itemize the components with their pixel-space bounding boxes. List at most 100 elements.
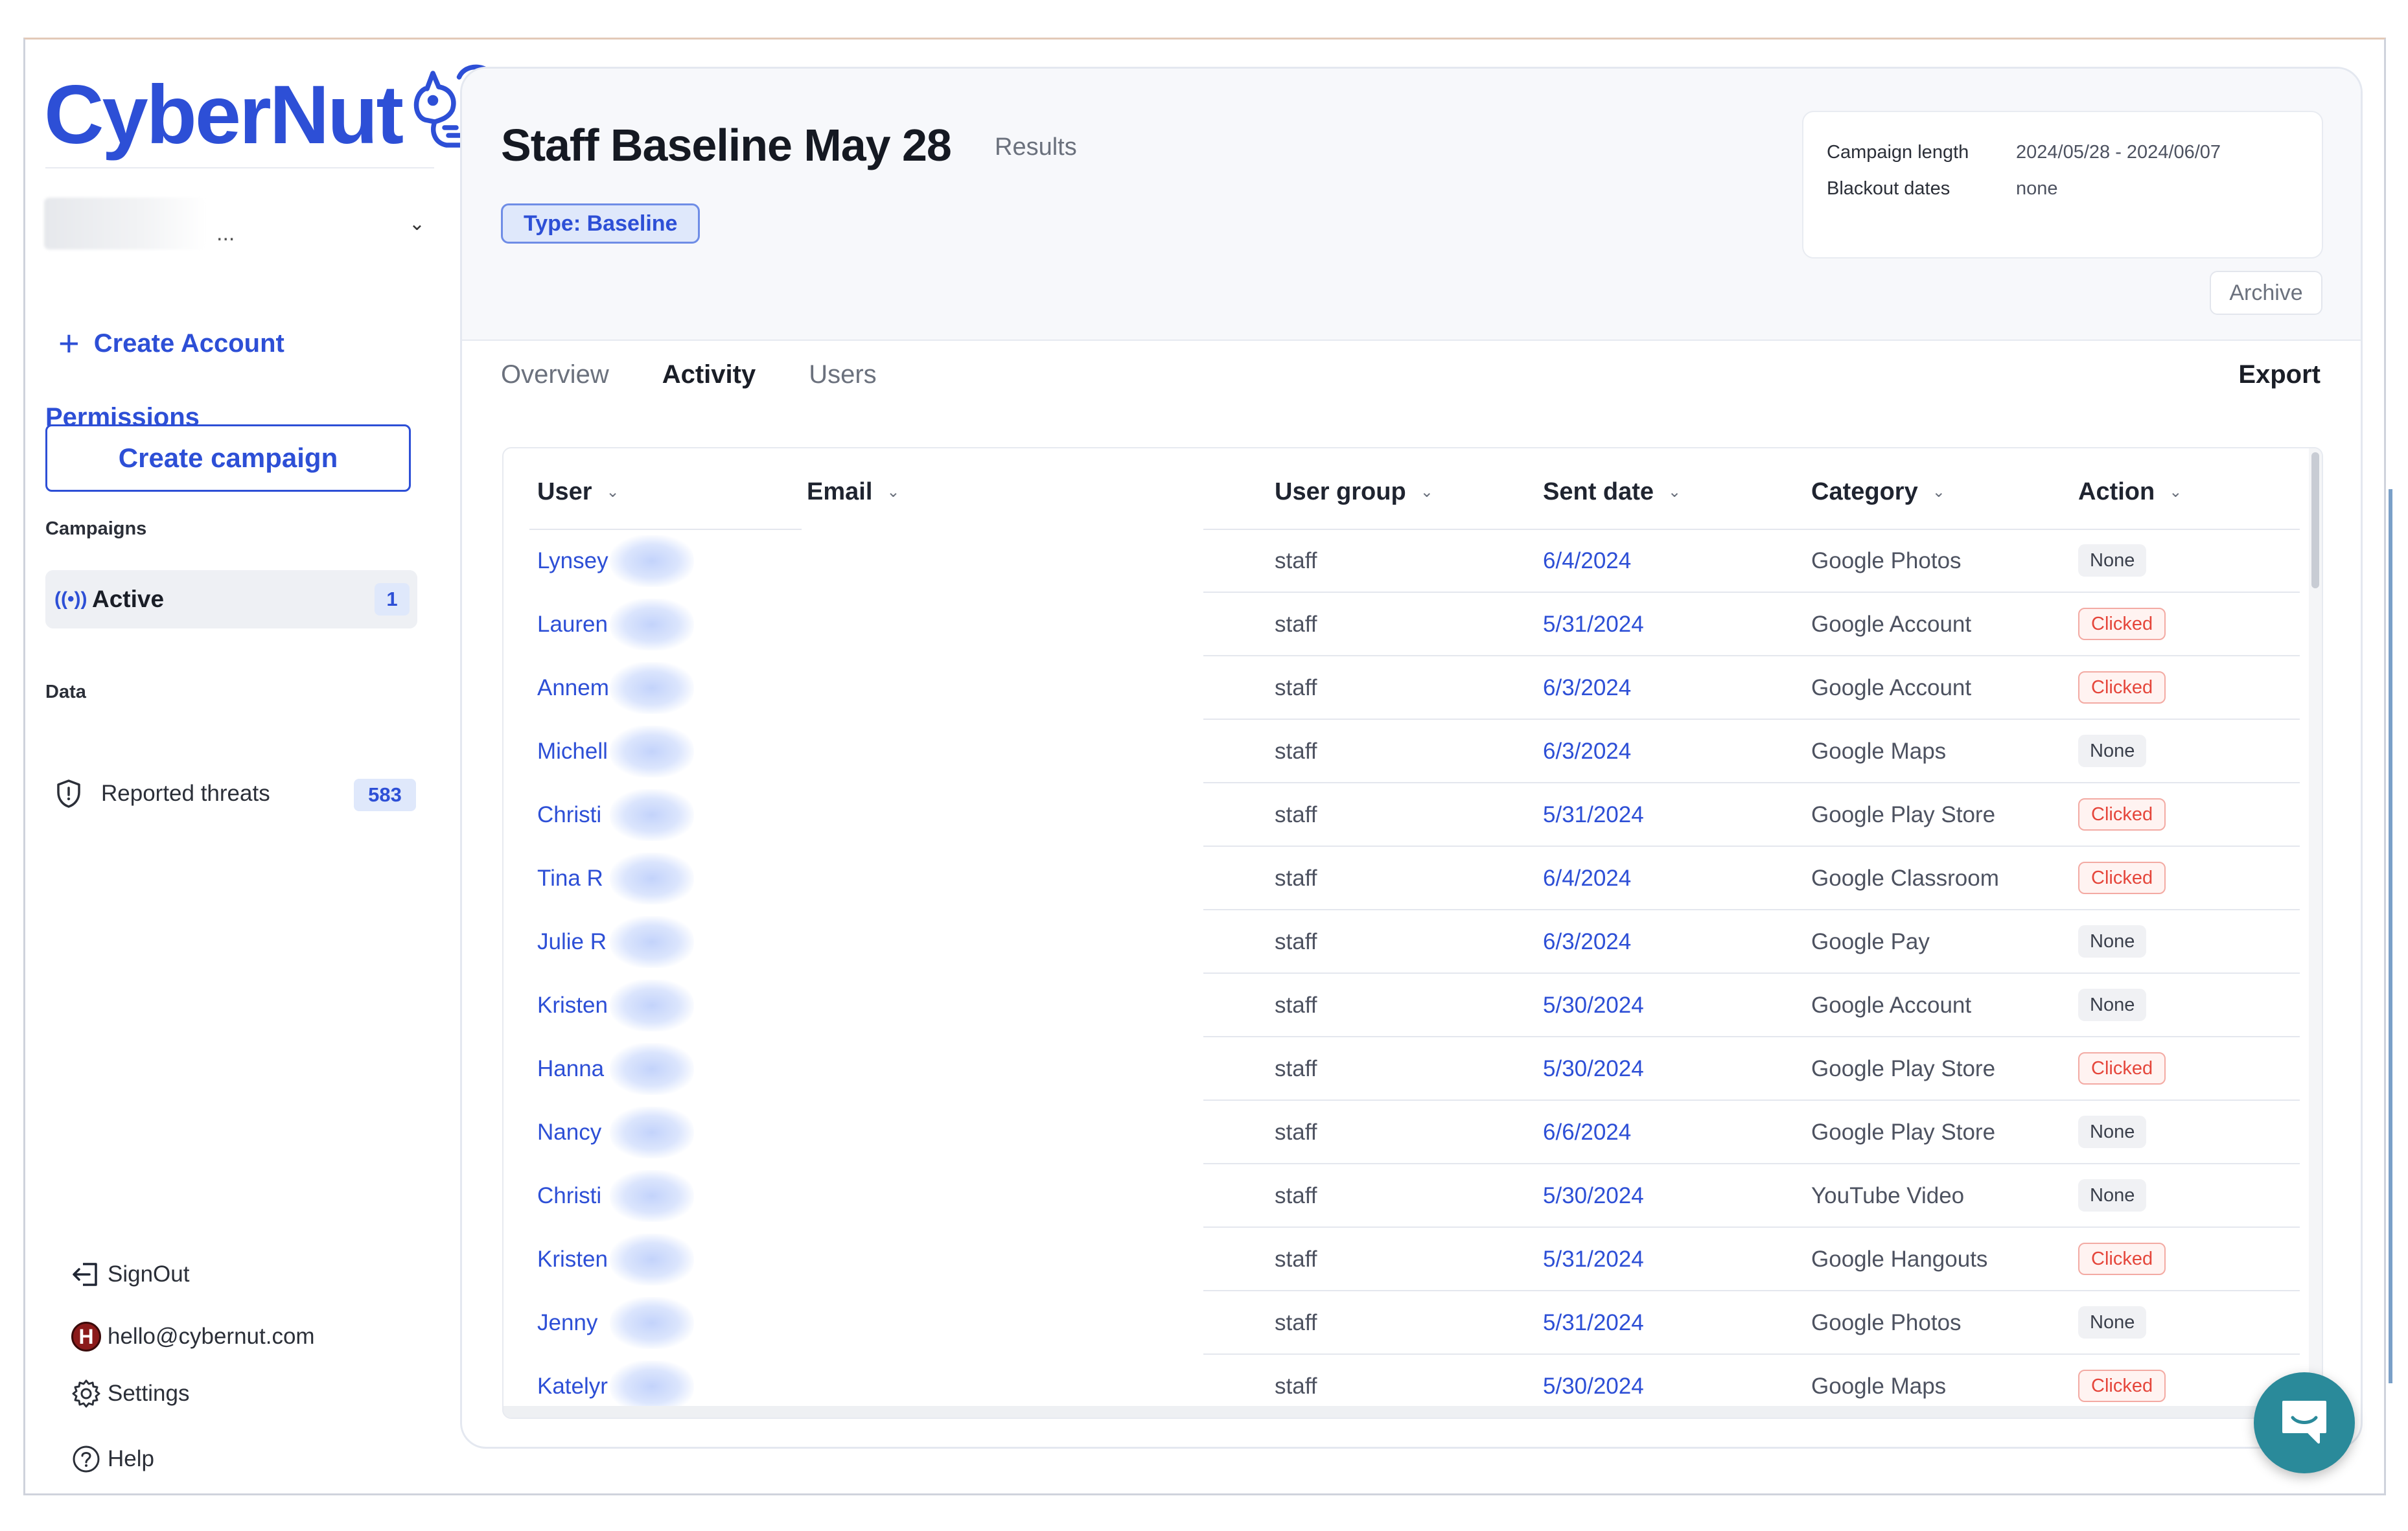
user-name-link[interactable]: Tina R (537, 866, 610, 892)
action-status-badge: None (2078, 1306, 2147, 1339)
action-status-badge: Clicked (2078, 1370, 2166, 1402)
column-header-category[interactable]: Category ⌄ (1811, 478, 1945, 506)
avatar-wrap: H (71, 1322, 108, 1352)
brand-logo[interactable]: CyberNut (44, 60, 503, 157)
column-header-user[interactable]: User ⌄ (537, 478, 619, 506)
redacted-user-info (610, 916, 694, 968)
sidebar: CyberNut ... ⌄ + Create Account Permissi… (26, 40, 499, 1491)
campaigns-section-label: Campaigns (45, 518, 147, 539)
action-status-badge: Clicked (2078, 608, 2166, 640)
signout-icon (71, 1261, 108, 1287)
category-cell: Google Account (1811, 612, 1972, 637)
user-name-link[interactable]: Kristen (537, 1247, 610, 1272)
chat-widget-button[interactable] (2254, 1372, 2355, 1473)
user-name-link[interactable]: Lynsey (537, 548, 610, 574)
table-row[interactable]: Jenny staff 5/31/2024 Google Photos None (504, 1292, 2322, 1355)
table-row[interactable]: Tina R staff 6/4/2024 Google Classroom Click… (504, 847, 2322, 910)
horizontal-scrollbar[interactable] (504, 1406, 2322, 1418)
table-row[interactable]: Michell staff 6/3/2024 Google Maps None (504, 720, 2322, 783)
category-cell: Google Classroom (1811, 866, 1999, 891)
vertical-scrollbar[interactable] (2309, 448, 2322, 1418)
sent-date-link[interactable]: 5/31/2024 (1543, 802, 1644, 828)
table-row[interactable]: Lynsey staff 6/4/2024 Google Photos None (504, 530, 2322, 593)
table-row[interactable]: Kristen staff 5/30/2024 Google Account None (504, 974, 2322, 1037)
row-divider (1203, 846, 2300, 847)
user-group-cell: staff (1275, 1056, 1317, 1081)
tab-users[interactable]: Users (809, 360, 876, 389)
sent-date-link[interactable]: 5/30/2024 (1543, 1056, 1644, 1082)
table-row[interactable]: Kristen staff 5/31/2024 Google Hangouts Clic… (504, 1228, 2322, 1291)
sent-date-link[interactable]: 5/30/2024 (1543, 1374, 1644, 1399)
sent-date-link[interactable]: 6/3/2024 (1543, 739, 1631, 765)
category-cell: Google Play Store (1811, 802, 1996, 827)
user-name-link[interactable]: Jenny (537, 1310, 610, 1336)
sent-date-link[interactable]: 6/4/2024 (1543, 866, 1631, 892)
category-cell: Google Maps (1811, 1374, 1947, 1399)
column-header-user-group[interactable]: User group ⌄ (1275, 478, 1433, 506)
sent-date-link[interactable]: 5/31/2024 (1543, 1310, 1644, 1336)
tab-overview[interactable]: Overview (501, 360, 609, 389)
row-divider (1203, 1099, 2300, 1101)
account-select-value: ... (216, 220, 235, 246)
column-header-sent-date[interactable]: Sent date ⌄ (1543, 478, 1681, 506)
help-link[interactable]: Help (71, 1444, 154, 1474)
column-header-action[interactable]: Action ⌄ (2078, 478, 2182, 506)
user-name-link[interactable]: Michell (537, 739, 610, 765)
sent-date-link[interactable]: 5/31/2024 (1543, 1247, 1644, 1272)
chevron-down-icon: ⌄ (886, 483, 900, 501)
tab-activity[interactable]: Activity (662, 360, 756, 389)
table-row[interactable]: Hanna staff 5/30/2024 Google Play Store Clic… (504, 1038, 2322, 1101)
data-section-label: Data (45, 682, 86, 702)
user-name-link[interactable]: Nancy (537, 1120, 610, 1145)
user-name-link[interactable]: Julie R (537, 929, 610, 955)
help-label: Help (108, 1446, 154, 1471)
shield-icon (57, 779, 80, 808)
user-name-link[interactable]: Katelyr (537, 1374, 610, 1399)
user-group-cell: staff (1275, 1183, 1317, 1208)
export-button[interactable]: Export (2238, 360, 2321, 389)
sent-date-link[interactable]: 5/30/2024 (1543, 993, 1644, 1019)
chevron-down-icon: ⌄ (2169, 483, 2182, 501)
category-cell: Google Account (1811, 993, 1972, 1018)
account-select[interactable]: ... ⌄ (44, 194, 433, 253)
sent-date-link[interactable]: 5/30/2024 (1543, 1183, 1644, 1209)
user-name-link[interactable]: Kristen (537, 993, 610, 1019)
count-badge: 583 (354, 779, 416, 811)
row-divider (1203, 782, 2300, 783)
sent-date-link[interactable]: 6/4/2024 (1543, 548, 1631, 574)
main-panel: Staff Baseline May 28 Results Type: Base… (460, 67, 2363, 1449)
settings-link[interactable]: Settings (71, 1379, 189, 1409)
sent-date-link[interactable]: 5/31/2024 (1543, 612, 1644, 638)
user-name-link[interactable]: Annem (537, 675, 610, 701)
sent-date-link[interactable]: 6/3/2024 (1543, 675, 1631, 701)
sidebar-item-active[interactable]: ((•)) Active 1 (45, 570, 417, 628)
sent-date-link[interactable]: 6/6/2024 (1543, 1120, 1631, 1145)
table-row[interactable]: Nancy staff 6/6/2024 Google Play Store None (504, 1101, 2322, 1164)
user-name-link[interactable]: Lauren (537, 612, 610, 638)
user-name-link[interactable]: Christi (537, 1183, 610, 1209)
row-divider (1203, 973, 2300, 974)
user-name-link[interactable]: Christi (537, 802, 610, 828)
create-campaign-button[interactable]: Create campaign (45, 424, 411, 492)
sidebar-item-reported-threats[interactable]: Reported threats 583 (53, 771, 416, 816)
table-row[interactable]: Christi staff 5/30/2024 YouTube Video None (504, 1165, 2322, 1228)
user-account[interactable]: H hello@cybernut.com (71, 1322, 315, 1352)
action-status-badge: None (2078, 1116, 2147, 1148)
table-row[interactable]: Annem staff 6/3/2024 Google Account Clicked (504, 657, 2322, 720)
table-row[interactable]: Christi staff 5/31/2024 Google Play Store Cl… (504, 784, 2322, 847)
row-divider (1203, 1036, 2300, 1037)
column-header-email[interactable]: Email ⌄ (807, 478, 900, 506)
action-status-badge: Clicked (2078, 1052, 2166, 1085)
table-row[interactable]: Julie R staff 6/3/2024 Google Pay None (504, 911, 2322, 974)
scrollbar-thumb[interactable] (2311, 452, 2319, 588)
sent-date-link[interactable]: 6/3/2024 (1543, 929, 1631, 955)
archive-button[interactable]: Archive (2210, 271, 2322, 315)
user-name-link[interactable]: Hanna (537, 1056, 610, 1082)
redacted-user-info (610, 853, 694, 904)
redacted-user-info (610, 789, 694, 841)
create-account-link[interactable]: + Create Account (58, 325, 284, 362)
column-header-label: Action (2078, 478, 2155, 505)
signout-link[interactable]: SignOut (71, 1261, 189, 1287)
info-value: 2024/05/28 - 2024/06/07 (2016, 142, 2221, 163)
table-row[interactable]: Lauren staff 5/31/2024 Google Account Clicke… (504, 593, 2322, 656)
